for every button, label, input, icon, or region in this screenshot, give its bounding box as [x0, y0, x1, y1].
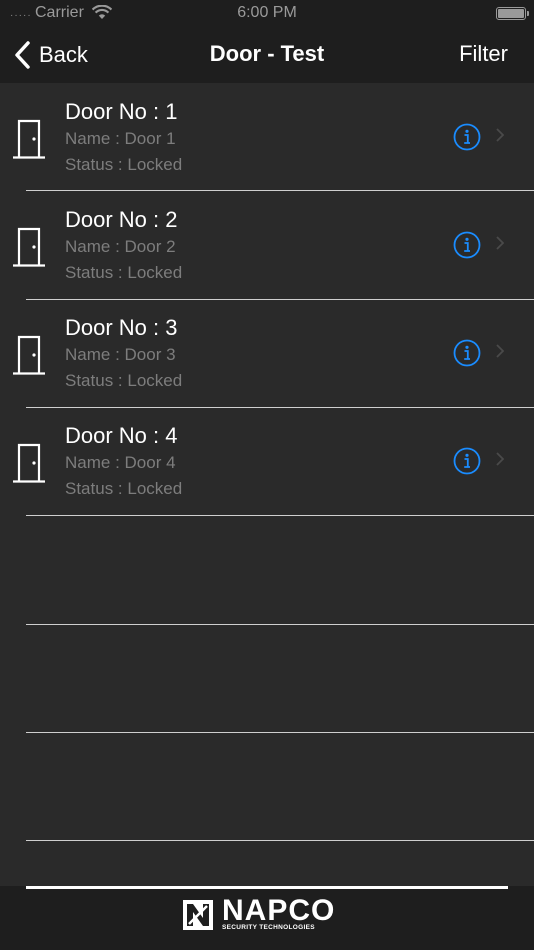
- napco-emblem-icon: [182, 899, 214, 936]
- logo-tagline: SECURITY TECHNOLOGIES: [222, 924, 315, 931]
- door-name: Name : Door 3: [65, 345, 176, 364]
- door-name: Name : Door 2: [65, 237, 176, 256]
- door-icon: [12, 334, 46, 381]
- chevron-right-icon: [496, 236, 505, 255]
- door-icon: [12, 118, 46, 165]
- door-status: Status : Locked: [65, 155, 183, 174]
- door-row-4[interactable]: Door No : 4 Name : Door 4 Status : Locke…: [0, 407, 534, 515]
- door-list: Door No : 1 Name : Door 1 Status : Locke…: [0, 83, 534, 886]
- footer-divider: [26, 886, 508, 889]
- back-button[interactable]: Back: [14, 40, 88, 70]
- row-separator: [26, 515, 534, 516]
- filter-button[interactable]: Filter: [459, 41, 508, 67]
- door-number: Door No : 3: [65, 315, 178, 340]
- door-status: Status : Locked: [65, 371, 183, 390]
- empty-row-separator: [26, 840, 534, 841]
- door-number: Door No : 2: [65, 207, 178, 232]
- napco-logo: NAPCO SECURITY TECHNOLOGIES: [182, 894, 362, 936]
- info-icon[interactable]: [453, 339, 481, 367]
- logo-wordmark: NAPCO: [222, 894, 336, 927]
- chevron-right-icon: [496, 452, 505, 471]
- status-time: 6:00 PM: [237, 4, 297, 21]
- empty-row-separator: [26, 624, 534, 625]
- door-row-1[interactable]: Door No : 1 Name : Door 1 Status : Locke…: [0, 83, 534, 191]
- info-icon[interactable]: [453, 231, 481, 259]
- status-bar: ····· Carrier 6:00 PM: [0, 0, 534, 28]
- chevron-left-icon: [14, 41, 30, 69]
- footer: NAPCO SECURITY TECHNOLOGIES: [0, 886, 534, 950]
- door-number: Door No : 1: [65, 99, 178, 124]
- door-icon: [12, 442, 46, 489]
- battery-icon: [496, 7, 529, 20]
- door-status: Status : Locked: [65, 479, 183, 498]
- back-label: Back: [39, 42, 88, 67]
- chevron-right-icon: [496, 344, 505, 363]
- door-row-3[interactable]: Door No : 3 Name : Door 3 Status : Locke…: [0, 299, 534, 407]
- door-icon: [12, 226, 46, 273]
- door-status: Status : Locked: [65, 263, 183, 282]
- empty-row-separator: [26, 732, 534, 733]
- navigation-bar: Back Door - Test Filter: [0, 28, 534, 83]
- chevron-right-icon: [496, 128, 505, 147]
- info-icon[interactable]: [453, 447, 481, 475]
- door-name: Name : Door 1: [65, 129, 176, 148]
- door-name: Name : Door 4: [65, 453, 176, 472]
- info-icon[interactable]: [453, 123, 481, 151]
- door-number: Door No : 4: [65, 423, 178, 448]
- door-row-2[interactable]: Door No : 2 Name : Door 2 Status : Locke…: [0, 191, 534, 299]
